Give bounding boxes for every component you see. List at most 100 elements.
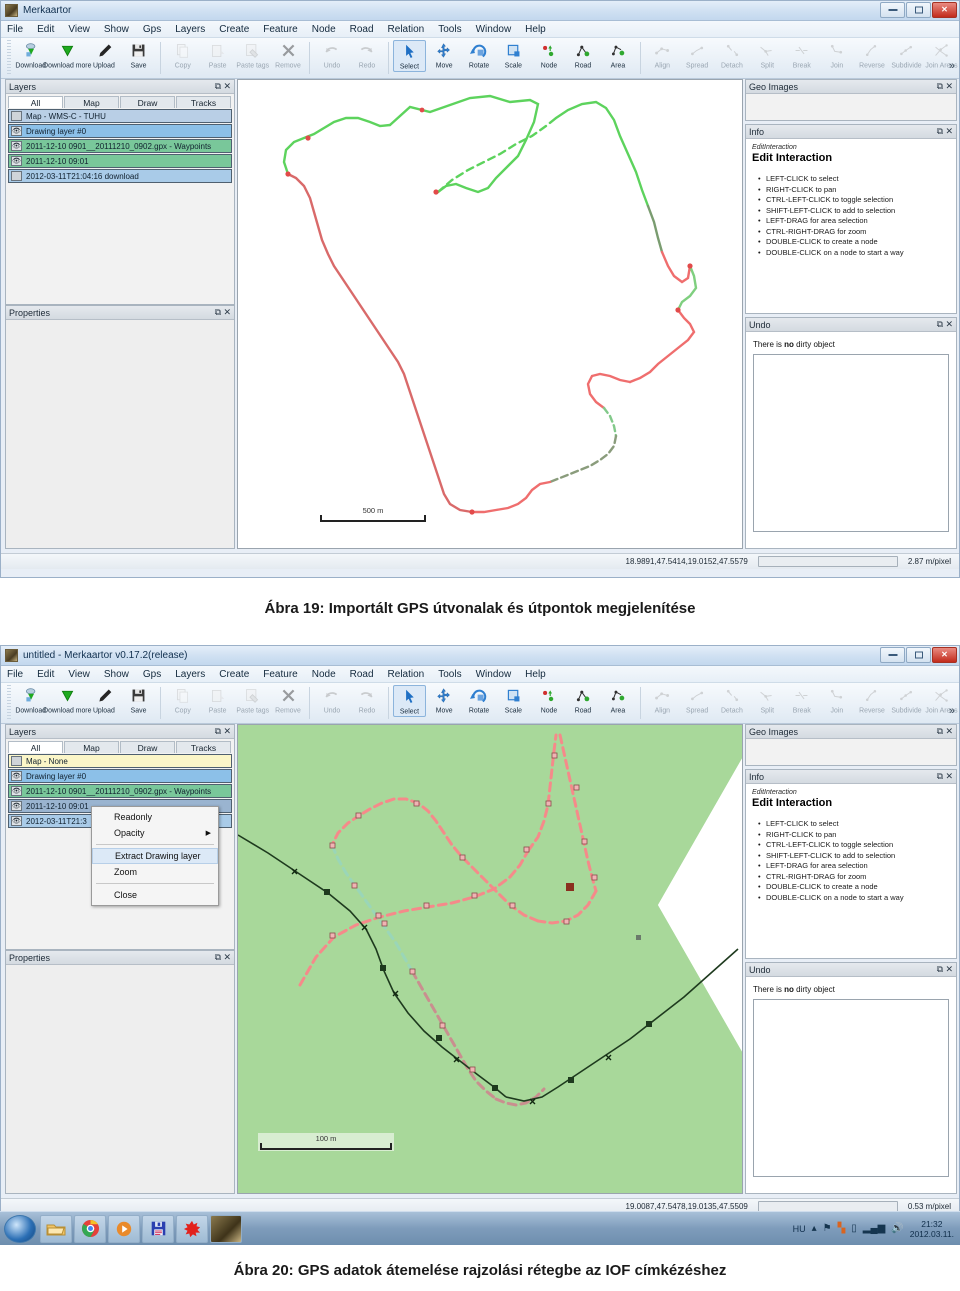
eye-visible-icon[interactable]: 👁: [11, 771, 22, 781]
toolbar-button-road[interactable]: Road: [566, 685, 601, 715]
taskbar-item-photo-app[interactable]: [210, 1214, 242, 1243]
eye-hidden-icon[interactable]: [11, 756, 22, 766]
menu-item-window[interactable]: Window: [476, 24, 512, 35]
tray-language[interactable]: HU: [793, 1224, 806, 1234]
menu-item-feature[interactable]: Feature: [263, 24, 297, 35]
toolbar-button-download-more[interactable]: Download more: [43, 40, 92, 70]
close-button[interactable]: ✕: [932, 647, 957, 663]
float-icon[interactable]: ⧉: [215, 307, 221, 318]
flag-icon[interactable]: ⚑: [823, 1223, 832, 1234]
float-icon[interactable]: ⧉: [215, 726, 221, 737]
signal-icon[interactable]: ▂▄▆: [863, 1223, 885, 1234]
toolbar-button-save[interactable]: Save: [121, 40, 156, 70]
layers-tab-map[interactable]: Map: [64, 741, 119, 753]
toolbar-grip[interactable]: [7, 40, 11, 74]
tray-clock[interactable]: 21:32 2012.03.11.: [910, 1219, 954, 1239]
toolbar-button-area[interactable]: Area: [601, 40, 636, 70]
toolbar-overflow-chevron[interactable]: »: [949, 705, 955, 717]
menu-item-show[interactable]: Show: [104, 24, 129, 35]
close-icon[interactable]: ✕: [223, 726, 231, 737]
eye-visible-icon[interactable]: 👁: [11, 141, 22, 151]
menu-item-relation[interactable]: Relation: [388, 24, 425, 35]
eye-visible-icon[interactable]: 👁: [11, 126, 22, 136]
layer-row[interactable]: Map - WMS-C - TUHU: [8, 109, 232, 123]
toolbar-button-road[interactable]: Road: [566, 40, 601, 70]
float-icon[interactable]: ⧉: [937, 81, 943, 92]
close-button[interactable]: ✕: [932, 2, 957, 18]
toolbar-button-save[interactable]: Save: [121, 685, 156, 715]
menu-item-node[interactable]: Node: [312, 669, 336, 680]
menu-item-view[interactable]: View: [68, 669, 90, 680]
layer-row[interactable]: Map - None: [8, 754, 232, 768]
menu-item-node[interactable]: Node: [312, 24, 336, 35]
eye-visible-icon[interactable]: 👁: [11, 801, 22, 811]
eye-visible-icon[interactable]: 👁: [11, 786, 22, 796]
menu-item-file[interactable]: File: [7, 669, 23, 680]
menu-item-view[interactable]: View: [68, 24, 90, 35]
toolbar-button-upload[interactable]: Upload: [87, 685, 122, 715]
undo-list-box[interactable]: [753, 354, 949, 532]
layers-tab-map[interactable]: Map: [64, 96, 119, 108]
close-icon[interactable]: ✕: [223, 952, 231, 963]
float-icon[interactable]: ⧉: [937, 964, 943, 975]
menu-item-relation[interactable]: Relation: [388, 669, 425, 680]
layer-row[interactable]: 👁 Drawing layer #0: [8, 769, 232, 783]
layers-tab-all[interactable]: All: [8, 96, 63, 108]
layer-row[interactable]: 👁 2011-12-10 09:01: [8, 154, 232, 168]
taskbar-item-save-app[interactable]: [142, 1214, 174, 1243]
volume-icon[interactable]: 🔊: [891, 1223, 903, 1234]
layers-tab-tracks[interactable]: Tracks: [176, 741, 231, 753]
context-menu-item-extract-drawing-layer[interactable]: Extract Drawing layer: [92, 848, 218, 864]
toolbar-button-select[interactable]: Select: [393, 685, 427, 717]
menu-item-layers[interactable]: Layers: [175, 669, 205, 680]
float-icon[interactable]: ⧉: [215, 81, 221, 92]
menu-item-gps[interactable]: Gps: [143, 669, 161, 680]
menu-item-edit[interactable]: Edit: [37, 24, 54, 35]
menu-item-show[interactable]: Show: [104, 669, 129, 680]
battery-icon[interactable]: ▯: [851, 1223, 857, 1234]
toolbar-button-move[interactable]: Move: [426, 685, 461, 715]
menu-item-create[interactable]: Create: [219, 669, 249, 680]
eye-hidden-icon[interactable]: [11, 111, 22, 121]
close-icon[interactable]: ✕: [945, 964, 953, 975]
toolbar-button-scale[interactable]: Scale: [496, 40, 531, 70]
toolbar-grip[interactable]: [7, 685, 11, 719]
toolbar-button-rotate[interactable]: Rotate: [461, 40, 496, 70]
float-icon[interactable]: ⧉: [215, 952, 221, 963]
close-icon[interactable]: ✕: [945, 771, 953, 782]
close-icon[interactable]: ✕: [945, 81, 953, 92]
toolbar-button-node[interactable]: Node: [531, 40, 566, 70]
close-icon[interactable]: ✕: [945, 726, 953, 737]
context-menu-item-close[interactable]: Close: [92, 887, 218, 903]
toolbar-button-upload[interactable]: Upload: [87, 40, 122, 70]
toolbar-overflow-chevron[interactable]: »: [949, 60, 955, 72]
restore-button[interactable]: [906, 647, 931, 663]
close-icon[interactable]: ✕: [945, 126, 953, 137]
layer-row[interactable]: 👁 Drawing layer #0: [8, 124, 232, 138]
menu-item-help[interactable]: Help: [525, 24, 546, 35]
windows-start-icon[interactable]: [4, 1214, 36, 1243]
window1-titlebar[interactable]: Merkaartor ✕: [1, 1, 959, 21]
menu-item-feature[interactable]: Feature: [263, 669, 297, 680]
context-menu-item-readonly[interactable]: Readonly: [92, 809, 218, 825]
eye-visible-icon[interactable]: 👁: [11, 816, 22, 826]
layer-row[interactable]: 2012-03-11T21:04:16 download: [8, 169, 232, 183]
restore-button[interactable]: [906, 2, 931, 18]
eye-visible-icon[interactable]: 👁: [11, 156, 22, 166]
close-icon[interactable]: ✕: [223, 307, 231, 318]
window2-map-canvas[interactable]: 100 m: [237, 724, 743, 1194]
float-icon[interactable]: ⧉: [937, 319, 943, 330]
taskbar-item-explorer[interactable]: [40, 1214, 72, 1243]
context-menu-item-opacity[interactable]: Opacity ▶: [92, 825, 218, 841]
taskbar-item-merkaartor[interactable]: [176, 1214, 208, 1243]
layers-tab-all[interactable]: All: [8, 741, 63, 753]
minimize-button[interactable]: [880, 647, 905, 663]
undo-list-box[interactable]: [753, 999, 949, 1177]
chevron-up-icon[interactable]: ▴: [812, 1223, 817, 1234]
menu-item-layers[interactable]: Layers: [175, 24, 205, 35]
layer-row[interactable]: 👁 2011-12-10 0901__20111210_0902.gpx - Wa…: [8, 784, 232, 798]
menu-item-create[interactable]: Create: [219, 24, 249, 35]
toolbar-button-area[interactable]: Area: [601, 685, 636, 715]
eye-hidden-icon[interactable]: [11, 171, 22, 181]
close-icon[interactable]: ✕: [945, 319, 953, 330]
